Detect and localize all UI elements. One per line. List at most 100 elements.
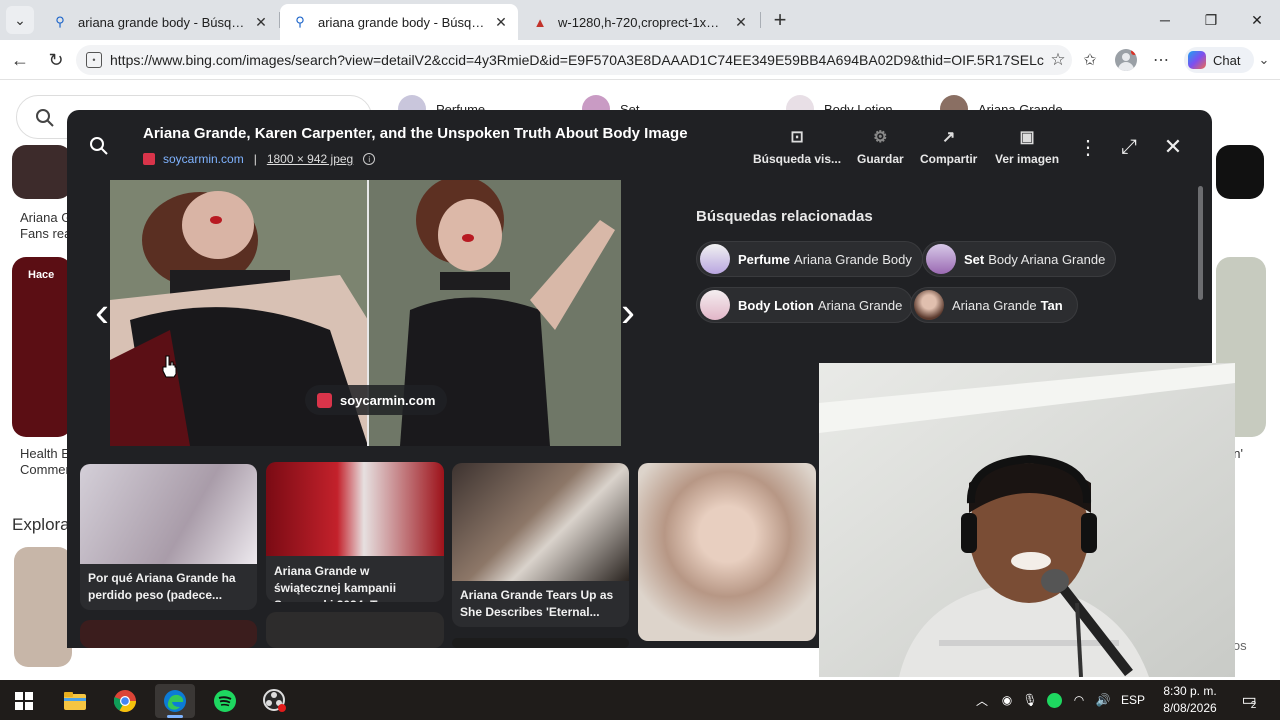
notification-count: 2 [1250, 699, 1257, 711]
modal-header: Ariana Grande, Karen Carpenter, and the … [67, 110, 1212, 180]
card-caption: Ariana Grande Tears Up as She Describes … [460, 588, 614, 619]
favorites-icon[interactable]: ✩ [1078, 48, 1102, 72]
related-search-body-lotion[interactable]: Body Lotion Ariana Grande [696, 287, 914, 323]
tab-actions-menu[interactable]: ⌄ [6, 6, 34, 34]
image-title[interactable]: Ariana Grande, Karen Carpenter, and the … [143, 125, 688, 142]
related-image-card[interactable]: Por qué Ariana Grande ha perdido peso (p… [80, 464, 257, 610]
save-icon: ⚙ [873, 129, 888, 146]
lock-icon: • [86, 52, 102, 68]
visual-search-button[interactable]: ⊡ Búsqueda vis... [753, 126, 841, 170]
close-tab-icon[interactable]: ✕ [250, 11, 272, 33]
browser-window: ⌄ ⚲ ariana grande body - Búsqueda ✕ ⚲ ar… [0, 0, 1280, 680]
edge-button[interactable] [155, 684, 195, 718]
related-thumbnail [914, 290, 944, 320]
bg-image-tile[interactable] [1216, 145, 1264, 199]
image-source-line: soycarmin.com | 1800 × 942 jpeg i [143, 152, 376, 166]
close-tab-icon[interactable]: ✕ [730, 11, 752, 33]
expand-icon[interactable]: ⤢ [1114, 132, 1144, 162]
related-thumbnail [926, 244, 956, 274]
address-field[interactable]: • https://www.bing.com/images/search?vie… [76, 45, 1072, 75]
spotify-button[interactable] [205, 684, 245, 718]
chat-label: Chat [1213, 52, 1241, 68]
modal-scrollbar[interactable] [1198, 186, 1203, 300]
chrome-icon [114, 690, 136, 712]
bg-image-tile[interactable] [12, 257, 72, 437]
show-hidden-icons-button[interactable]: ︿ [972, 680, 992, 720]
spotify-tray-icon[interactable] [1043, 680, 1065, 720]
clock[interactable]: 8:30 p. m. 8/08/2026 [1150, 683, 1230, 717]
source-pill[interactable]: soycarmin.com [305, 385, 448, 415]
related-image-card[interactable]: Ariana Grande w świątecznej kampanii Swa… [266, 462, 444, 602]
profile-avatar[interactable] [1115, 49, 1137, 71]
main-image[interactable]: soycarmin.com [110, 180, 621, 446]
view-image-button[interactable]: ▣ Ver imagen [995, 126, 1059, 170]
notifications-button[interactable]: ▭ 2 [1234, 680, 1264, 720]
card-caption: Por qué Ariana Grande ha perdido peso (p… [88, 571, 236, 602]
info-icon[interactable]: i [363, 153, 376, 165]
obs-recording-icon [263, 689, 286, 712]
share-button[interactable]: ↗ Compartir [920, 126, 977, 170]
related-image-card[interactable] [638, 463, 816, 641]
restore-button[interactable]: ❐ [1188, 0, 1234, 40]
tab-1[interactable]: ⚲ ariana grande body - Búsqueda ✕ [40, 4, 278, 40]
close-tab-icon[interactable]: ✕ [490, 11, 512, 33]
related-image-card[interactable] [80, 620, 257, 648]
related-image-card[interactable] [452, 638, 629, 648]
next-image-button[interactable]: › [613, 288, 643, 335]
microphone-icon[interactable]: 🎙 [1020, 680, 1040, 720]
tab-3[interactable]: ▲ w-1280,h-720,croprect-1x0x1278x ✕ [520, 4, 758, 40]
file-explorer-button[interactable] [55, 684, 95, 718]
card-image [266, 462, 444, 556]
previous-image-button[interactable]: ‹ [87, 288, 117, 335]
obs-button[interactable] [255, 684, 295, 718]
chrome-button[interactable] [105, 684, 145, 718]
folder-icon [64, 692, 86, 710]
wifi-icon[interactable]: ◠ [1068, 680, 1090, 720]
bg-caption: Health E Commen [20, 446, 73, 477]
related-text: Body Ariana Grande [988, 251, 1106, 267]
save-button[interactable]: ⚙ Guardar [857, 126, 904, 170]
related-bold: Perfume [738, 251, 791, 267]
image-dimensions-link[interactable]: 1800 × 942 jpeg [267, 152, 353, 166]
notification-dot [1131, 49, 1137, 55]
site-favicon-icon [143, 153, 155, 165]
more-options-icon[interactable]: ⋮ [1073, 132, 1103, 162]
windows-taskbar: ︿ ◉ 🎙 ◠ 🔊 ESP 8:30 p. m. 8/08/2026 ▭ 2 [0, 680, 1280, 720]
visual-search-icon-button[interactable] [81, 130, 117, 162]
search-icon [36, 109, 54, 127]
windows-logo-icon [15, 692, 33, 710]
related-text: Ariana Grande [817, 297, 903, 313]
source-site-link[interactable]: soycarmin.com [163, 152, 244, 166]
related-search-set[interactable]: Set Body Ariana Grande [922, 241, 1117, 277]
related-search-tan[interactable]: Ariana Grande Tan [910, 287, 1078, 323]
visual-search-icon: ⊡ [790, 129, 804, 146]
copilot-chat-button[interactable]: Chat [1184, 47, 1254, 73]
webcam-overlay [819, 363, 1235, 677]
tab-title: w-1280,h-720,croprect-1x0x1278x [558, 14, 726, 30]
new-tab-button[interactable]: + [766, 6, 794, 34]
language-indicator[interactable]: ESP [1118, 680, 1148, 720]
refresh-button[interactable]: ↻ [42, 46, 70, 74]
minimize-button[interactable]: ─ [1142, 0, 1188, 40]
chevron-up-icon: ︿ [975, 693, 988, 708]
related-image-card[interactable] [266, 612, 444, 648]
volume-icon[interactable]: 🔊 [1092, 680, 1114, 720]
search-favicon-icon: ⚲ [55, 14, 65, 29]
favorite-star-icon[interactable]: ☆ [1044, 50, 1072, 70]
tab-bar: ⌄ ⚲ ariana grande body - Búsqueda ✕ ⚲ ar… [0, 0, 1280, 40]
start-button[interactable] [4, 684, 44, 718]
chevron-left-icon: ‹ [95, 288, 109, 335]
back-button[interactable]: ← [6, 46, 34, 74]
chevron-down-icon[interactable]: ⌄ [1252, 48, 1276, 72]
bg-image-tile[interactable] [14, 547, 72, 667]
related-search-perfume[interactable]: Perfume Ariana Grande Body [696, 241, 923, 277]
url-text[interactable]: https://www.bing.com/images/search?view=… [110, 52, 1044, 68]
close-icon[interactable]: ✕ [1158, 132, 1188, 162]
related-image-card[interactable]: Ariana Grande Tears Up as She Describes … [452, 463, 629, 627]
more-options-icon[interactable]: ⋯ [1149, 48, 1173, 72]
close-window-button[interactable]: ✕ [1234, 0, 1280, 40]
tab-2[interactable]: ⚲ ariana grande body - Búsqueda Im ✕ [280, 4, 518, 40]
obs-tray-icon[interactable]: ◉ [996, 680, 1018, 720]
bg-image-tile[interactable] [12, 145, 72, 199]
hand-cursor-icon [162, 355, 177, 378]
